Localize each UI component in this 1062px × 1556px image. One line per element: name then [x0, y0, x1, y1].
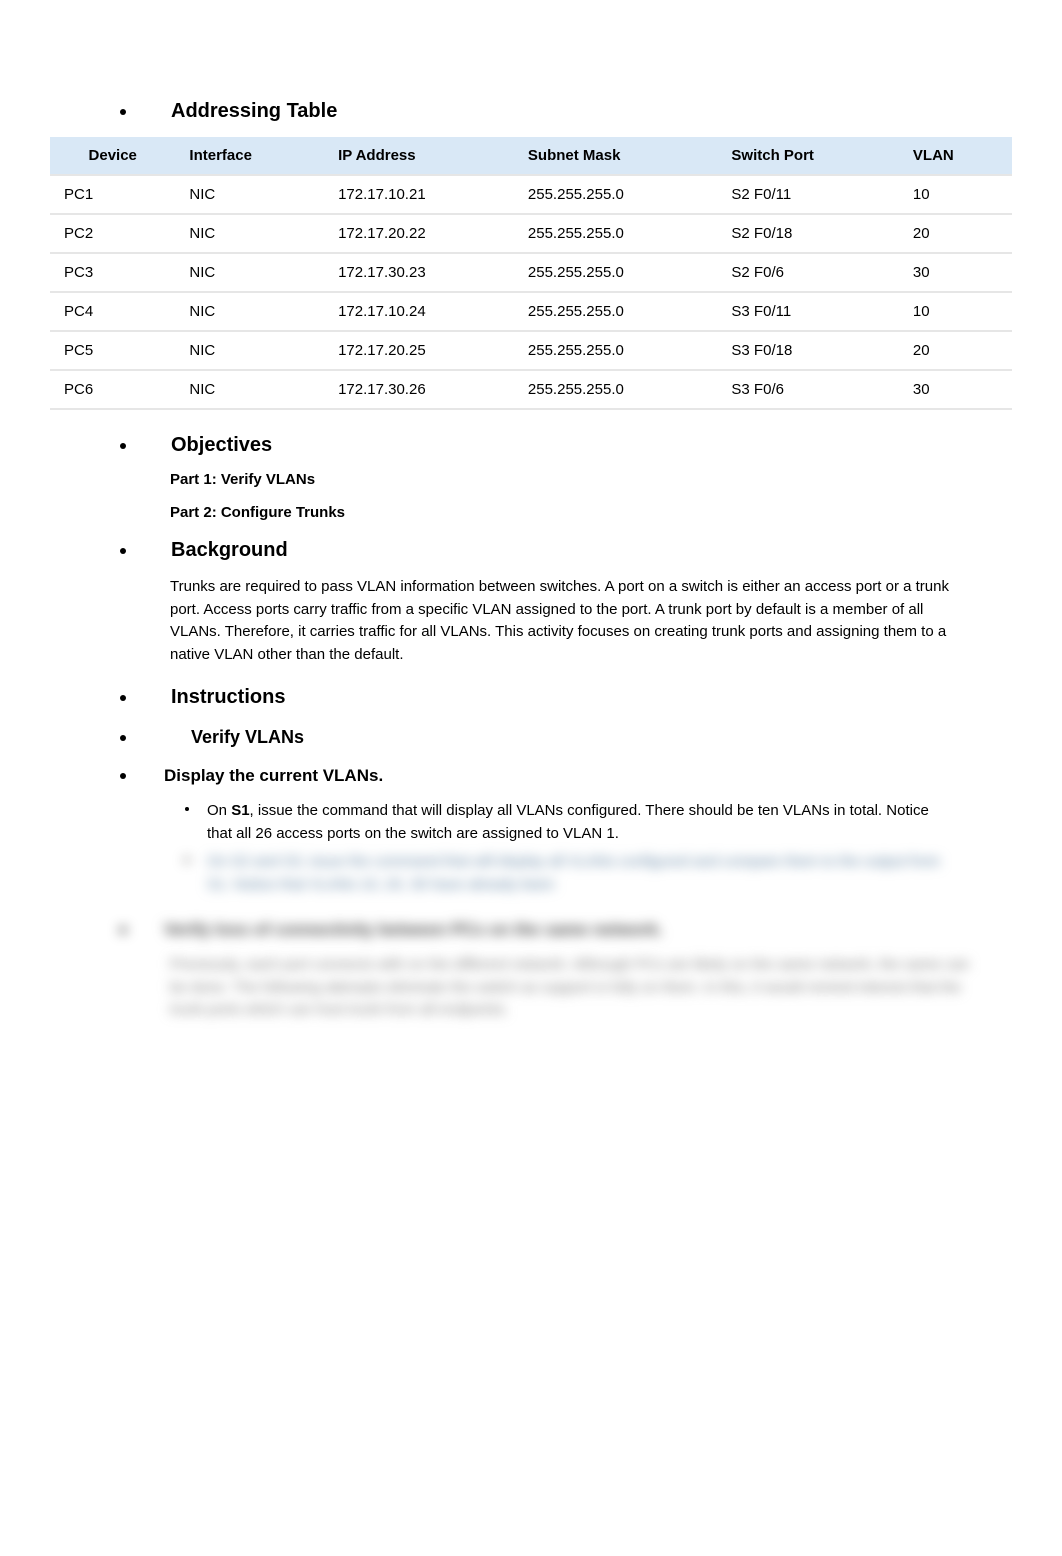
table-cell-port: S3 F0/11	[717, 292, 898, 331]
col-port: Switch Port	[717, 137, 898, 175]
bullet-icon	[120, 443, 126, 449]
table-cell-vlan: 10	[899, 292, 1012, 331]
blurred-list-text: On S2 and S3, issue the command that wil…	[207, 851, 952, 896]
table-cell-interface: NIC	[175, 253, 324, 292]
table-cell-port: S3 F0/6	[717, 370, 898, 409]
list-post: , issue the command that will display al…	[207, 802, 929, 842]
table-cell-port: S3 F0/18	[717, 331, 898, 370]
table-cell-interface: NIC	[175, 331, 324, 370]
table-cell-interface: NIC	[175, 370, 324, 409]
table-cell-ip: 172.17.30.26	[324, 370, 514, 409]
table-cell-port: S2 F0/18	[717, 214, 898, 253]
table-cell-device: PC1	[50, 175, 175, 214]
verify-vlans-heading: Verify VLANs	[50, 727, 1012, 748]
table-cell-ip: 172.17.20.22	[324, 214, 514, 253]
table-row: PC2NIC172.17.20.22255.255.255.0S2 F0/182…	[50, 214, 1012, 253]
table-cell-mask: 255.255.255.0	[514, 214, 718, 253]
objectives-title: Objectives	[171, 434, 272, 457]
table-row: PC3NIC172.17.30.23255.255.255.0S2 F0/630	[50, 253, 1012, 292]
table-cell-interface: NIC	[175, 175, 324, 214]
list-pre: On	[207, 802, 231, 819]
addressing-table-heading: Addressing Table	[50, 100, 1012, 123]
background-title: Background	[171, 539, 288, 562]
bullet-icon	[120, 548, 126, 554]
table-header-row: Device Interface IP Address Subnet Mask …	[50, 137, 1012, 175]
bullet-icon	[120, 695, 126, 701]
table-cell-vlan: 30	[899, 370, 1012, 409]
table-cell-ip: 172.17.30.23	[324, 253, 514, 292]
bullet-icon	[185, 858, 189, 862]
part2-label: Part 2: Configure Trunks	[170, 504, 1012, 521]
display-current-heading: Display the current VLANs.	[50, 766, 1012, 786]
background-text: Trunks are required to pass VLAN informa…	[170, 576, 972, 666]
table-cell-device: PC4	[50, 292, 175, 331]
addressing-table: Device Interface IP Address Subnet Mask …	[50, 137, 1012, 410]
table-row: PC6NIC172.17.30.26255.255.255.0S3 F0/630	[50, 370, 1012, 409]
table-row: PC4NIC172.17.10.24255.255.255.0S3 F0/111…	[50, 292, 1012, 331]
verify-vlans-title: Verify VLANs	[191, 727, 304, 748]
col-interface: Interface	[175, 137, 324, 175]
table-cell-vlan: 30	[899, 253, 1012, 292]
bullet-icon	[120, 109, 126, 115]
list-item: On S1, issue the command that will displ…	[50, 800, 1012, 845]
table-cell-ip: 172.17.10.24	[324, 292, 514, 331]
instructions-title: Instructions	[171, 686, 285, 709]
display-current-title: Display the current VLANs.	[164, 766, 383, 786]
table-cell-device: PC5	[50, 331, 175, 370]
table-cell-ip: 172.17.10.21	[324, 175, 514, 214]
blurred-heading: Verify loss of connectivity between PCs …	[50, 920, 1012, 940]
addressing-table-title: Addressing Table	[171, 100, 337, 123]
table-cell-mask: 255.255.255.0	[514, 370, 718, 409]
list-item-blurred: On S2 and S3, issue the command that wil…	[50, 851, 1012, 896]
bullet-icon	[120, 773, 126, 779]
table-cell-ip: 172.17.20.25	[324, 331, 514, 370]
table-row: PC5NIC172.17.20.25255.255.255.0S3 F0/182…	[50, 331, 1012, 370]
table-cell-device: PC2	[50, 214, 175, 253]
table-cell-mask: 255.255.255.0	[514, 253, 718, 292]
col-device: Device	[50, 137, 175, 175]
table-cell-interface: NIC	[175, 292, 324, 331]
blurred-heading-text: Verify loss of connectivity between PCs …	[164, 920, 663, 940]
col-ip: IP Address	[324, 137, 514, 175]
table-cell-vlan: 20	[899, 331, 1012, 370]
objectives-heading: Objectives	[50, 434, 1012, 457]
table-cell-port: S2 F0/11	[717, 175, 898, 214]
bullet-icon	[120, 735, 126, 741]
table-cell-mask: 255.255.255.0	[514, 331, 718, 370]
background-heading: Background	[50, 539, 1012, 562]
table-cell-mask: 255.255.255.0	[514, 292, 718, 331]
bullet-icon	[185, 807, 189, 811]
col-mask: Subnet Mask	[514, 137, 718, 175]
table-cell-device: PC3	[50, 253, 175, 292]
table-cell-vlan: 20	[899, 214, 1012, 253]
table-cell-device: PC6	[50, 370, 175, 409]
col-vlan: VLAN	[899, 137, 1012, 175]
instructions-heading: Instructions	[50, 686, 1012, 709]
table-cell-vlan: 10	[899, 175, 1012, 214]
table-cell-interface: NIC	[175, 214, 324, 253]
blurred-paragraph: Previously, each port connects with on t…	[170, 954, 972, 1022]
list-item-text: On S1, issue the command that will displ…	[207, 800, 952, 845]
table-row: PC1NIC172.17.10.21255.255.255.0S2 F0/111…	[50, 175, 1012, 214]
table-cell-mask: 255.255.255.0	[514, 175, 718, 214]
list-bold: S1	[231, 802, 249, 819]
table-cell-port: S2 F0/6	[717, 253, 898, 292]
bullet-icon	[120, 927, 126, 933]
part1-label: Part 1: Verify VLANs	[170, 471, 1012, 488]
